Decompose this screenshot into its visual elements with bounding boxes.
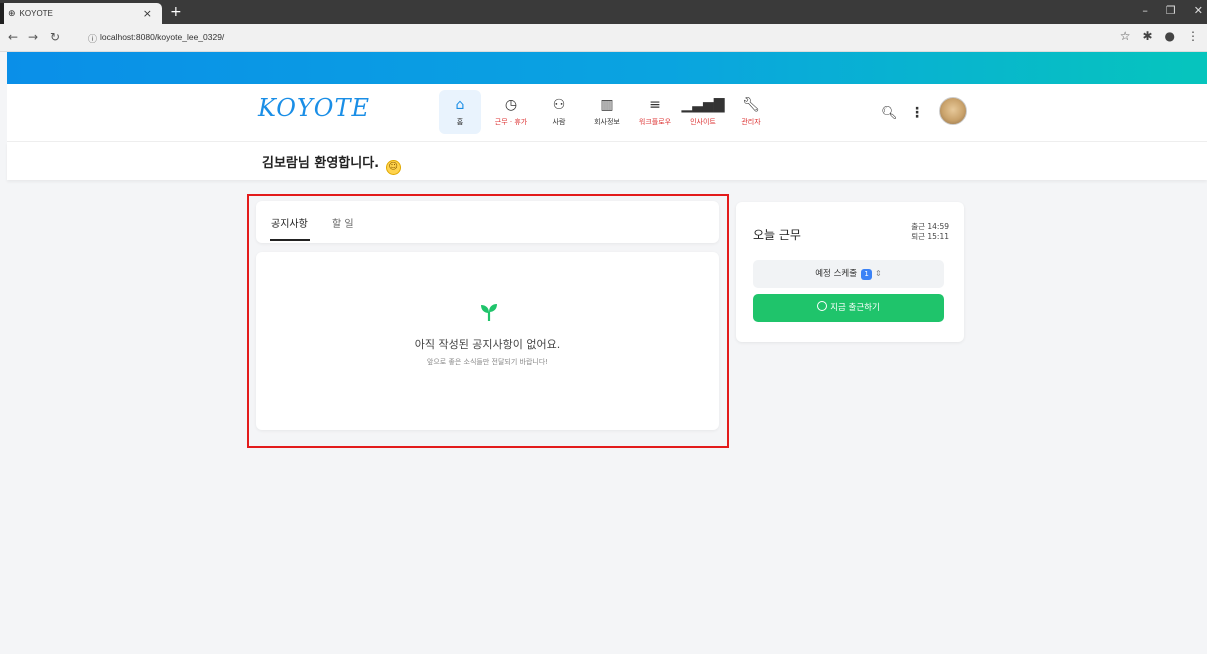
address-bar: ← → ↻ ⓘ localhost:8080/koyote_lee_0329/ … [0,24,1207,52]
clock-icon: ◷ [504,97,518,113]
close-window-icon[interactable]: ✕ [1194,4,1203,17]
users-icon: ⚇ [552,97,566,113]
notice-tabs: 공지사항 할 일 [256,201,719,243]
extension-icon[interactable]: ✱ [1142,29,1152,43]
window-controls: – ❐ ✕ [1142,4,1203,17]
checkin-time: 출근 14:59 [911,222,949,231]
today-work-card: 오늘 근무 출근 14:59 퇴근 15:11 예정 스케줄 1 ⇕ 지금 출근하기 [736,202,964,342]
browser-tab-bar: ⊕ KOYOTE × + – ❐ ✕ [0,0,1207,24]
notice-content: 아직 작성된 공지사항이 없어요. 앞으로 좋은 소식들만 전달되기 바랍니다! [256,252,719,430]
active-tab-indicator [270,239,310,241]
work-title: 오늘 근무 [753,228,801,242]
restore-icon[interactable]: ❐ [1166,4,1176,17]
search-icon[interactable]: 🔍︎ [881,106,898,121]
chevron-updown-icon: ⇕ [875,269,882,278]
tab-todo[interactable]: 할 일 [332,215,354,230]
nav-workflow[interactable]: ≡ 워크플로우 [631,90,679,134]
browser-tab[interactable]: ⊕ KOYOTE × [0,3,162,24]
schedule-count-badge: 1 [861,269,873,280]
nav-label: 인사이트 [690,118,716,126]
checkin-button-label: 지금 출근하기 [830,303,880,313]
list-icon: ≡ [649,97,661,113]
url-field[interactable]: localhost:8080/koyote_lee_0329/ [100,32,224,42]
nav-company[interactable]: ▥ 회사정보 [583,90,631,134]
top-banner [7,52,1207,84]
empty-subtitle: 앞으로 좋은 소식들만 전달되기 바랍니다! [426,358,549,366]
checkout-time: 퇴근 15:11 [911,232,949,241]
schedule-button[interactable]: 예정 스케줄 1 ⇕ [753,260,944,288]
reload-icon[interactable]: ↻ [50,30,60,44]
schedule-label: 예정 스케줄 [815,269,858,279]
nav-people[interactable]: ⚇ 사람 [535,90,583,134]
building-icon: ▥ [600,97,614,113]
clock-icon [817,301,828,311]
nav-label: 사람 [552,118,566,126]
tab-notice[interactable]: 공지사항 [271,215,308,230]
welcome-message: 김보람님 환영합니다. [262,156,380,171]
wrench-icon: 🔧︎ [742,97,760,113]
welcome-bar: 김보람님 환영합니다. ☺ [7,142,1207,180]
back-icon[interactable]: ← [8,30,18,44]
home-icon: ⌂ [455,97,465,113]
logo[interactable]: KOYOTE [258,94,370,122]
browser-actions: ☆ ✱ ● ⋮ [1120,29,1199,43]
empty-title: 아직 작성된 공지사항이 없어요. [414,338,561,351]
info-icon[interactable]: ⓘ [88,32,97,45]
forward-icon[interactable]: → [28,30,38,44]
star-icon[interactable]: ☆ [1120,29,1131,43]
close-icon[interactable]: × [143,7,152,20]
nav-label: 관리자 [741,118,761,126]
nav-label: 워크플로우 [638,118,672,126]
smile-icon: ☺ [385,160,401,175]
nav-home[interactable]: ⌂ 홈 [439,90,481,134]
more-icon[interactable]: ⋮ [910,105,924,121]
sprout-icon [481,304,497,321]
profile-icon[interactable]: ● [1165,29,1175,43]
tab-marker [0,3,4,24]
app-header: KOYOTE ⌂ 홈 ◷ 근무 · 휴가 ⚇ 사람 ▥ 회사정보 ≡ 워크플로우… [7,84,1207,142]
work-times: 출근 14:59 퇴근 15:11 [911,222,949,242]
main-nav: ⌂ 홈 ◷ 근무 · 휴가 ⚇ 사람 ▥ 회사정보 ≡ 워크플로우 ▁▃▅▇ 인… [439,90,775,134]
nav-insight[interactable]: ▁▃▅▇ 인사이트 [679,90,727,134]
nav-work-leave[interactable]: ◷ 근무 · 휴가 [487,90,535,134]
checkin-button[interactable]: 지금 출근하기 [753,294,944,322]
tab-title: KOYOTE [19,9,53,18]
avatar[interactable] [939,97,967,125]
nav-label: 홈 [456,118,464,126]
nav-label: 회사정보 [594,118,620,126]
new-tab-button[interactable]: + [170,4,182,20]
minimize-icon[interactable]: – [1142,4,1148,17]
welcome-text: 김보람님 환영합니다. ☺ [262,152,401,175]
nav-admin[interactable]: 🔧︎ 관리자 [727,90,775,134]
nav-label: 근무 · 휴가 [494,118,528,126]
menu-icon[interactable]: ⋮ [1187,29,1199,43]
globe-icon: ⊕ [8,8,16,19]
signal-icon: ▁▃▅▇ [681,97,725,113]
